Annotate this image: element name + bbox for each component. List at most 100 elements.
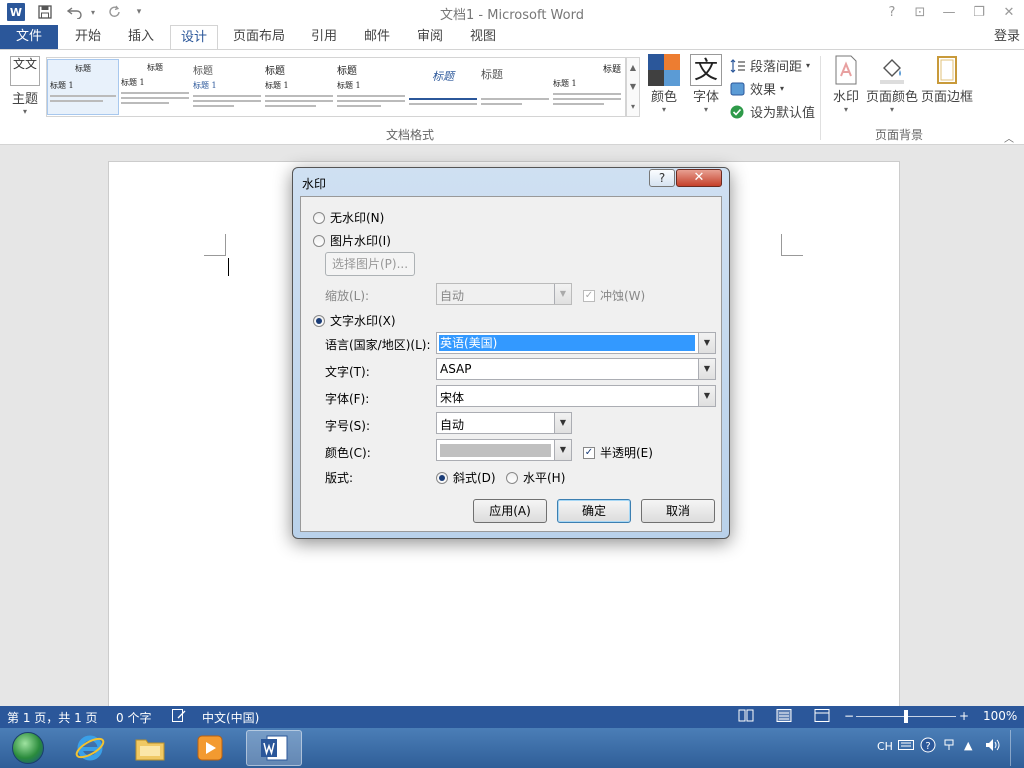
style-set-gallery[interactable]: 标题 标题 1 标题 标题 1 标题 标题 1 标题 标题 1 标题 标题 1 … (46, 57, 626, 117)
word-icon (261, 735, 288, 761)
group-label-page-bg: 页面背景 (874, 128, 923, 142)
chevron-down-icon[interactable]: ▼ (554, 413, 571, 433)
help-button[interactable]: ? (879, 2, 905, 22)
taskbar-explorer[interactable] (122, 730, 178, 766)
theme-icon: 文文 (10, 56, 40, 86)
chevron-down-icon[interactable]: ▼ (698, 386, 715, 406)
paragraph-spacing-button[interactable]: 段落间距 ▾ (730, 56, 810, 75)
web-layout-icon[interactable] (814, 709, 830, 725)
washout-checkbox[interactable]: ✓ 冲蚀(W) (583, 287, 645, 304)
tab-insert[interactable]: 插入 (119, 25, 163, 49)
language-combo[interactable]: 英语(美国) ▼ (436, 332, 716, 354)
media-player-icon (197, 735, 223, 761)
font-combo[interactable]: 宋体 ▼ (436, 385, 716, 407)
size-combo[interactable]: 自动 ▼ (436, 412, 572, 434)
taskbar-media-player[interactable] (182, 730, 238, 766)
set-default-button[interactable]: 设为默认值 (730, 102, 815, 121)
watermark-dialog: 水印 ? ✕ 无水印(N) 图片水印(I) 选择图片(P)... 缩放(L): … (292, 167, 730, 539)
select-picture-button[interactable]: 选择图片(P)... (325, 252, 415, 276)
text-watermark-radio[interactable]: 文字水印(X) (313, 312, 396, 329)
gallery-more-icon[interactable]: ▾ (631, 102, 635, 111)
show-hidden-icons[interactable]: ▲ (964, 739, 972, 752)
color-combo[interactable]: ▼ (436, 439, 572, 461)
tab-home[interactable]: 开始 (66, 25, 110, 49)
style-thumb[interactable]: 标题 标题 1 (263, 59, 335, 115)
page-borders-label: 页面边框 (920, 90, 973, 105)
style-thumb[interactable]: 标题 标题 1 (47, 59, 119, 115)
page-count[interactable]: 第 1 页，共 1 页 (7, 709, 98, 726)
watermark-button[interactable]: 水印 ▾ (830, 54, 862, 114)
color-label: 颜色(C): (325, 446, 371, 460)
start-button[interactable] (0, 730, 56, 766)
ribbon-separator (820, 56, 821, 140)
zoom-in-button[interactable]: + (959, 709, 969, 723)
chevron-down-icon[interactable]: ▼ (698, 359, 715, 379)
theme-button[interactable]: 文文 主题 ▾ (6, 54, 44, 116)
tab-review[interactable]: 审阅 (408, 25, 452, 49)
picture-watermark-radio[interactable]: 图片水印(I) (313, 232, 391, 249)
page-color-button[interactable]: 页面颜色 ▾ (866, 54, 918, 114)
ime-indicator[interactable]: CH (877, 740, 893, 753)
fonts-button[interactable]: 文 字体 ▾ (688, 54, 724, 114)
style-thumb[interactable]: 标题 (407, 59, 479, 115)
zoom-slider-thumb[interactable] (904, 710, 908, 723)
dialog-help-button[interactable]: ? (649, 169, 675, 187)
scale-combo[interactable]: 自动 ▼ (436, 283, 572, 305)
semi-transparent-checkbox[interactable]: ✓ 半透明(E) (583, 444, 653, 461)
gallery-scroll[interactable]: ▲ ▼ ▾ (626, 57, 640, 117)
text-cursor (228, 258, 229, 276)
chevron-down-icon[interactable]: ▼ (554, 440, 571, 460)
text-combo[interactable]: ASAP ▼ (436, 358, 716, 380)
restore-button[interactable]: ❐ (966, 2, 992, 22)
diagonal-radio[interactable]: 斜式(D) (436, 469, 496, 486)
zoom-level[interactable]: 100% (983, 709, 1017, 723)
dialog-close-button[interactable]: ✕ (676, 169, 722, 187)
zoom-out-button[interactable]: − (844, 709, 854, 723)
volume-icon[interactable] (985, 738, 1001, 755)
settings-tray-icon[interactable] (942, 738, 956, 755)
login-link[interactable]: 登录 (994, 25, 1024, 49)
help-tray-icon[interactable]: ? (920, 737, 936, 756)
style-thumb-heading: 标题 1 (121, 78, 145, 87)
taskbar-word[interactable] (246, 730, 302, 766)
collapse-ribbon-icon[interactable]: ︿ (1004, 130, 1014, 145)
ok-button[interactable]: 确定 (557, 499, 631, 523)
apply-button[interactable]: 应用(A) (473, 499, 547, 523)
style-thumb[interactable]: 标题 标题 1 (335, 59, 407, 115)
tab-references[interactable]: 引用 (302, 25, 346, 49)
tab-design[interactable]: 设计 (170, 25, 218, 50)
colors-button[interactable]: 颜色 ▾ (646, 54, 682, 114)
proofing-icon[interactable] (172, 709, 186, 725)
tab-view[interactable]: 视图 (461, 25, 505, 49)
gallery-up-icon[interactable]: ▲ (630, 63, 636, 72)
style-thumb[interactable]: 标题 (479, 59, 551, 115)
style-thumb[interactable]: 标题 标题 1 (119, 59, 191, 115)
read-mode-icon[interactable] (738, 709, 754, 725)
language-status[interactable]: 中文(中国) (202, 709, 259, 726)
keyboard-icon[interactable] (898, 738, 914, 755)
style-thumb-heading: 标题 1 (50, 81, 74, 90)
cancel-button[interactable]: 取消 (641, 499, 715, 523)
page-borders-button[interactable]: 页面边框 (920, 54, 974, 105)
minimize-button[interactable]: — (936, 2, 962, 22)
no-watermark-radio[interactable]: 无水印(N) (313, 209, 384, 226)
print-layout-icon[interactable] (776, 709, 792, 725)
style-thumb[interactable]: 标题 标题 1 (191, 59, 263, 115)
effects-button[interactable]: 效果 ▾ (730, 79, 784, 98)
style-thumb[interactable]: 标题 标题 1 (551, 59, 623, 115)
chevron-down-icon[interactable]: ▼ (698, 333, 715, 353)
internet-explorer-icon (75, 735, 105, 761)
horizontal-radio[interactable]: 水平(H) (506, 469, 565, 486)
language-value: 英语(美国) (439, 335, 695, 351)
close-button[interactable]: ✕ (996, 2, 1022, 22)
tab-mailings[interactable]: 邮件 (355, 25, 399, 49)
gallery-down-icon[interactable]: ▼ (630, 82, 636, 91)
chevron-down-icon[interactable]: ▼ (554, 284, 571, 304)
word-count[interactable]: 0 个字 (116, 709, 151, 726)
tab-layout[interactable]: 页面布局 (225, 25, 293, 49)
tab-file[interactable]: 文件 (0, 25, 58, 49)
taskbar-ie[interactable] (62, 730, 118, 766)
show-desktop-button[interactable] (1010, 730, 1024, 766)
ribbon-display-options-icon[interactable]: ⊡ (907, 2, 933, 22)
paragraph-spacing-label: 段落间距 (750, 60, 803, 75)
